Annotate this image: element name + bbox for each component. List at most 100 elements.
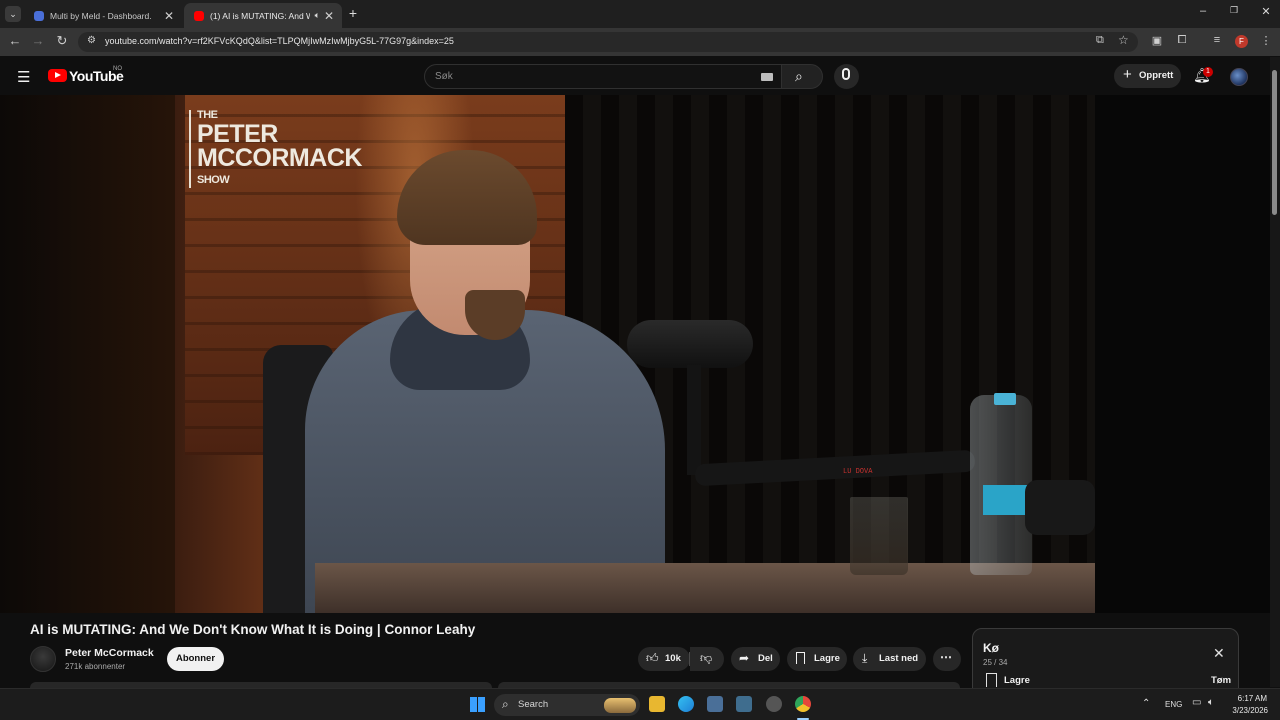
- create-button[interactable]: + Opprett: [1114, 64, 1181, 88]
- volume-icon[interactable]: 🔈︎: [1208, 697, 1214, 708]
- share-button[interactable]: ➦ Del: [731, 647, 780, 671]
- youtube-favicon-icon: [194, 10, 204, 21]
- extensions-puzzle-icon[interactable]: ⧠: [1174, 34, 1190, 47]
- queue-clear-button[interactable]: Tøm: [1211, 675, 1231, 686]
- windows-start-icon[interactable]: [470, 697, 485, 712]
- mic-arm-vertical: [687, 365, 701, 475]
- snipping-tool-icon[interactable]: [736, 696, 752, 712]
- youtube-play-icon: [55, 72, 61, 78]
- site-info-icon[interactable]: ⚙︎: [87, 35, 96, 46]
- app-notification-icon[interactable]: [766, 696, 782, 712]
- account-avatar[interactable]: [1230, 68, 1248, 86]
- close-window-icon[interactable]: ✕: [1256, 5, 1276, 18]
- logo-divider: [189, 110, 191, 188]
- new-tab-button[interactable]: +: [346, 5, 360, 21]
- close-tab-icon[interactable]: ✕: [164, 9, 174, 23]
- address-bar[interactable]: ⚙︎ youtube.com/watch?v=rf2KFVcKQdQ&list=…: [78, 32, 1138, 52]
- mic-mount: [1025, 480, 1095, 535]
- hamburger-menu-icon[interactable]: ☰: [17, 68, 30, 86]
- like-count: 10k: [665, 653, 681, 664]
- reading-list-icon[interactable]: ≡: [1209, 34, 1225, 46]
- minimize-icon[interactable]: –: [1193, 5, 1213, 17]
- reload-icon[interactable]: ↻: [53, 33, 71, 49]
- microphone-icon: [842, 68, 850, 80]
- download-button[interactable]: ⤓ Last ned: [853, 647, 926, 671]
- channel-avatar[interactable]: [30, 646, 56, 672]
- chrome-menu-icon[interactable]: ⋮: [1258, 34, 1274, 47]
- region-code: NO: [113, 66, 122, 72]
- search-icon: ⌕: [502, 697, 509, 711]
- mic-arm-label: LU DOVA: [843, 468, 873, 476]
- extension-icon[interactable]: ▣: [1149, 34, 1165, 47]
- edge-browser-icon[interactable]: [678, 696, 694, 712]
- player-ambient-right: [1095, 95, 1270, 613]
- youtube-header: ☰ YouTube NO Søk ⌕ + Opprett 🔔︎ 1: [0, 57, 1270, 95]
- profile-avatar[interactable]: F: [1235, 35, 1248, 48]
- restore-icon[interactable]: ❐: [1224, 5, 1244, 16]
- meld-favicon-icon: [34, 10, 44, 21]
- scrollbar-thumb[interactable]: [1272, 70, 1277, 215]
- close-tab-icon[interactable]: ✕: [324, 9, 334, 23]
- forward-arrow-icon[interactable]: →: [29, 33, 47, 48]
- video-player[interactable]: THE PETER MCCORMACK SHOW LU DOVA: [175, 95, 1095, 613]
- save-label: Lagre: [814, 653, 840, 664]
- more-actions-button[interactable]: ⋯: [933, 647, 961, 671]
- bottle-cap: [994, 393, 1016, 405]
- search-placeholder: Søk: [435, 71, 453, 82]
- thumbs-down-icon: 👎︎: [700, 651, 713, 665]
- bookmark-icon[interactable]: [986, 673, 997, 687]
- more-horizontal-icon: ⋯: [940, 650, 952, 664]
- url-text: youtube.com/watch?v=rf2KFVcKQdQ&list=TLP…: [105, 36, 454, 46]
- keyboard-icon[interactable]: [761, 73, 773, 81]
- bookmark-icon: [796, 652, 805, 664]
- download-label: Last ned: [879, 653, 919, 664]
- tab-title: Multi by Meld - Dashboard.: [50, 10, 152, 21]
- tab-multi-dashboard[interactable]: Multi by Meld - Dashboard. ✕: [24, 3, 182, 28]
- notification-badge: 1: [1203, 67, 1213, 77]
- chrome-icon[interactable]: [795, 696, 811, 712]
- video-title: AI is MUTATING: And We Don't Know What I…: [30, 622, 476, 637]
- thumbs-up-icon: 👍︎: [646, 651, 659, 665]
- tab-youtube-video[interactable]: (1) AI is MUTATING: And W 🔈︎ ✕: [184, 3, 342, 28]
- share-label: Del: [758, 653, 773, 664]
- install-app-icon[interactable]: ⧉: [1096, 34, 1104, 47]
- search-icon: ⌕: [795, 68, 803, 84]
- network-icon[interactable]: ▭: [1192, 697, 1201, 708]
- search-input[interactable]: Søk: [424, 64, 782, 89]
- input-language[interactable]: ENG: [1165, 700, 1182, 709]
- browser-tab-strip: ⌄ Multi by Meld - Dashboard. ✕ (1) AI is…: [0, 0, 1280, 28]
- dislike-button[interactable]: 👎︎: [690, 647, 724, 671]
- glass: [850, 497, 908, 575]
- taskbar-search[interactable]: ⌕ Search: [494, 694, 640, 716]
- back-arrow-icon[interactable]: ←: [6, 33, 24, 48]
- file-explorer-icon[interactable]: [649, 696, 665, 712]
- queue-position: 25 / 34: [983, 658, 1008, 667]
- save-button[interactable]: Lagre: [787, 647, 847, 671]
- download-icon: ⤓: [862, 651, 868, 665]
- search-button[interactable]: ⌕: [781, 64, 823, 89]
- close-icon[interactable]: ✕: [1213, 645, 1225, 662]
- clock-date[interactable]: 3/23/2026: [1229, 706, 1268, 715]
- player-ambient-left: [0, 95, 175, 613]
- like-button[interactable]: 👍︎ 10k: [638, 647, 690, 671]
- tab-search-button[interactable]: ⌄: [5, 6, 21, 22]
- subscriber-count: 271k abonnenter: [65, 662, 126, 671]
- app-icon[interactable]: [707, 696, 723, 712]
- microphone: [627, 320, 753, 368]
- tab-title: (1) AI is MUTATING: And W: [210, 10, 310, 21]
- create-label: Opprett: [1139, 70, 1174, 81]
- voice-search-button[interactable]: [834, 64, 859, 89]
- speaker-icon[interactable]: 🔈︎: [315, 10, 320, 21]
- tray-chevron-icon[interactable]: ⌃: [1142, 698, 1150, 709]
- show-logo-show: SHOW: [197, 174, 230, 186]
- taskbar-search-label: Search: [518, 699, 549, 710]
- channel-name[interactable]: Peter McCormack: [65, 647, 154, 659]
- show-logo-line2: MCCORMACK: [197, 144, 362, 172]
- queue-title: Kø: [983, 641, 999, 655]
- windows-taskbar: ⌕ Search ⌃ ENG ▭ 🔈︎ 6:17 AM 3/23/2026: [0, 688, 1280, 720]
- bookmark-star-icon[interactable]: ☆: [1118, 33, 1129, 47]
- queue-save-button[interactable]: Lagre: [1004, 675, 1030, 686]
- bottle-label: [983, 485, 1027, 515]
- clock-time[interactable]: 6:17 AM: [1236, 694, 1267, 703]
- subscribe-button[interactable]: Abonner: [167, 647, 224, 671]
